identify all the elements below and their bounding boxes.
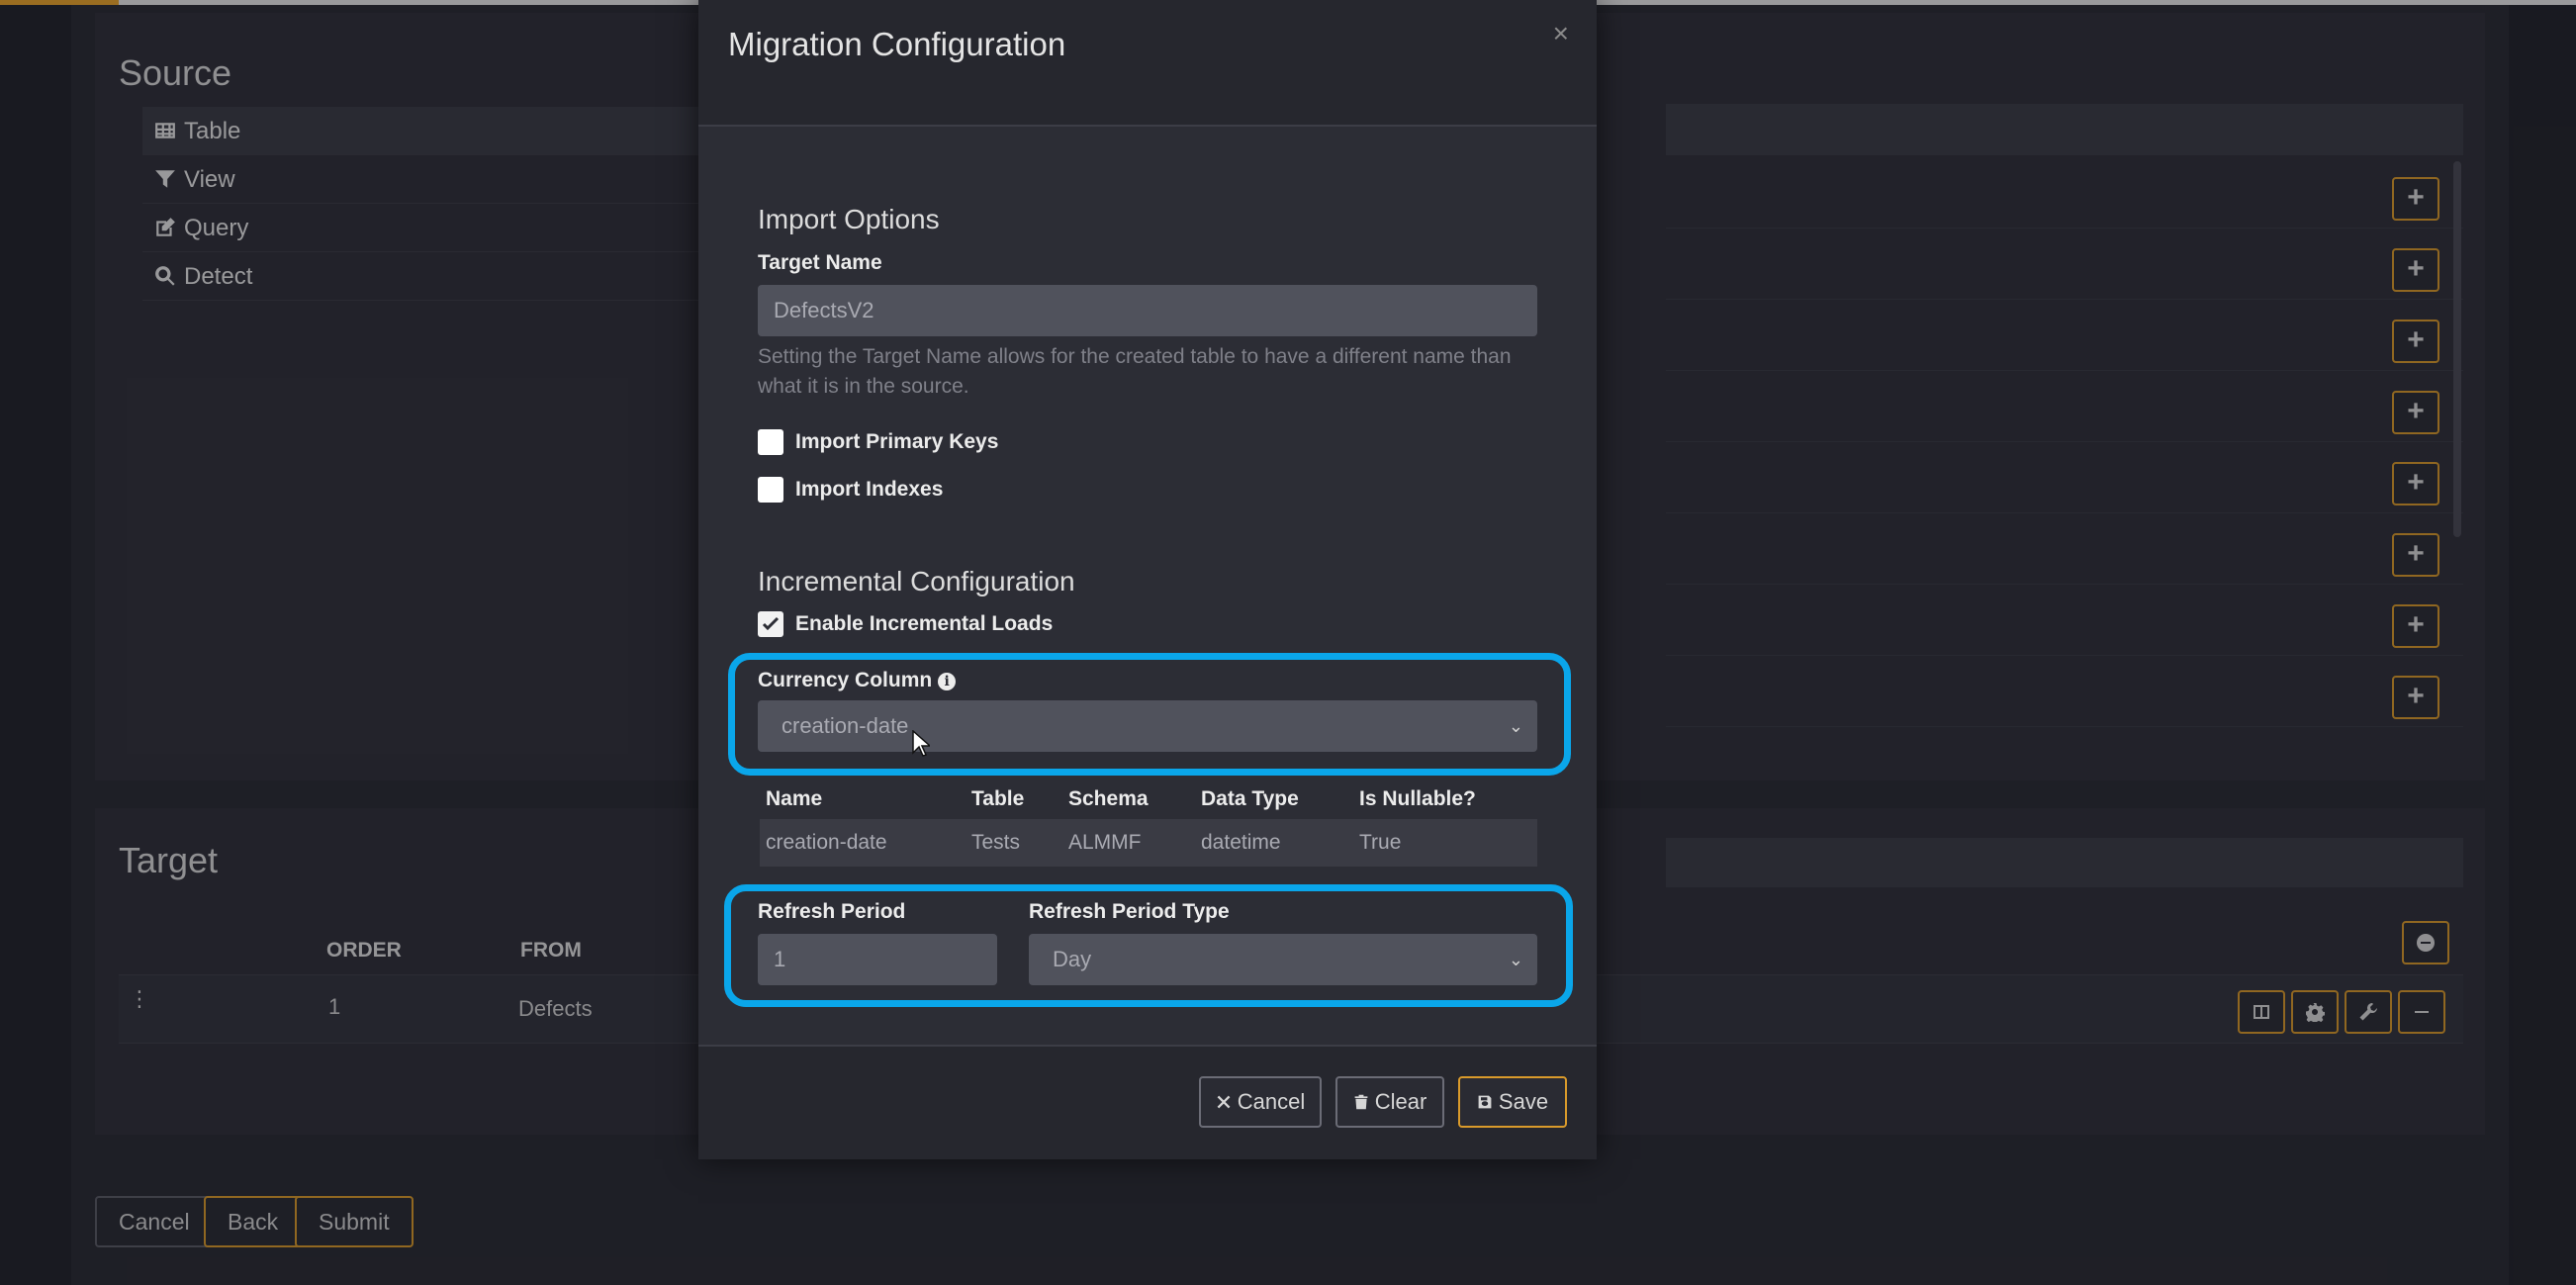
cell-data-type: datetime (1201, 831, 1281, 854)
import-indexes-checkbox[interactable]: Import Indexes (758, 477, 943, 503)
checkbox-box[interactable] (758, 429, 783, 455)
chevron-down-icon: ⌄ (1508, 716, 1523, 736)
cell-is-nullable: True (1359, 831, 1402, 854)
target-name-help: Setting the Target Name allows for the c… (758, 345, 1512, 398)
checkbox-label: Enable Incremental Loads (795, 612, 1054, 635)
cell-schema: ALMMF (1068, 831, 1142, 854)
modal-title: Migration Configuration (728, 26, 1066, 62)
modal-save-button[interactable]: Save (1458, 1076, 1567, 1128)
button-label: Clear (1374, 1089, 1427, 1114)
modal-footer: Cancel Clear Save (698, 1045, 1597, 1159)
column-header-is-nullable: Is Nullable? (1359, 787, 1476, 810)
button-label: Cancel (1237, 1089, 1306, 1114)
cell-name: creation-date (766, 831, 887, 854)
check-icon (762, 616, 780, 631)
column-details-row: creation-date Tests ALMMF datetime True (760, 819, 1537, 867)
currency-column-label: Currency Column i (758, 669, 957, 692)
currency-column-label-text: Currency Column (758, 669, 933, 691)
refresh-period-label: Refresh Period (758, 900, 906, 923)
info-icon[interactable]: i (938, 673, 957, 690)
trash-icon (1354, 1094, 1368, 1110)
modal-clear-button[interactable]: Clear (1335, 1076, 1444, 1128)
import-primary-keys-checkbox[interactable]: Import Primary Keys (758, 429, 998, 455)
checkbox-label: Import Primary Keys (795, 430, 999, 453)
select-value: creation-date (782, 713, 909, 738)
target-name-label: Target Name (758, 251, 882, 274)
currency-column-select[interactable]: creation-date ⌄ (758, 700, 1537, 752)
select-value: Day (1053, 947, 1092, 971)
chevron-down-icon: ⌄ (1508, 950, 1523, 969)
column-header-name: Name (766, 787, 823, 810)
column-header-schema: Schema (1068, 787, 1149, 810)
modal-cancel-button[interactable]: Cancel (1199, 1076, 1322, 1128)
refresh-period-type-label: Refresh Period Type (1029, 900, 1230, 923)
migration-configuration-modal: Migration Configuration × Import Options… (698, 0, 1597, 1159)
button-label: Save (1498, 1089, 1549, 1114)
modal-header: Migration Configuration × (698, 0, 1597, 127)
close-icon (1217, 1095, 1231, 1109)
column-header-table: Table (971, 787, 1025, 810)
checkbox-box[interactable] (758, 477, 783, 503)
import-options-title: Import Options (758, 204, 940, 234)
target-name-input[interactable]: DefectsV2 (758, 285, 1537, 336)
checkbox-label: Import Indexes (795, 478, 944, 501)
incremental-configuration-title: Incremental Configuration (758, 566, 1075, 597)
checkbox-box[interactable] (758, 611, 783, 637)
cell-table: Tests (971, 831, 1021, 854)
save-icon (1478, 1095, 1492, 1109)
mouse-cursor-icon (912, 730, 930, 757)
refresh-period-type-select[interactable]: Day ⌄ (1029, 934, 1537, 985)
column-header-data-type: Data Type (1201, 787, 1299, 810)
close-icon[interactable]: × (1553, 18, 1569, 49)
enable-incremental-loads-checkbox[interactable]: Enable Incremental Loads (758, 611, 1053, 637)
refresh-period-input[interactable]: 1 (758, 934, 997, 985)
